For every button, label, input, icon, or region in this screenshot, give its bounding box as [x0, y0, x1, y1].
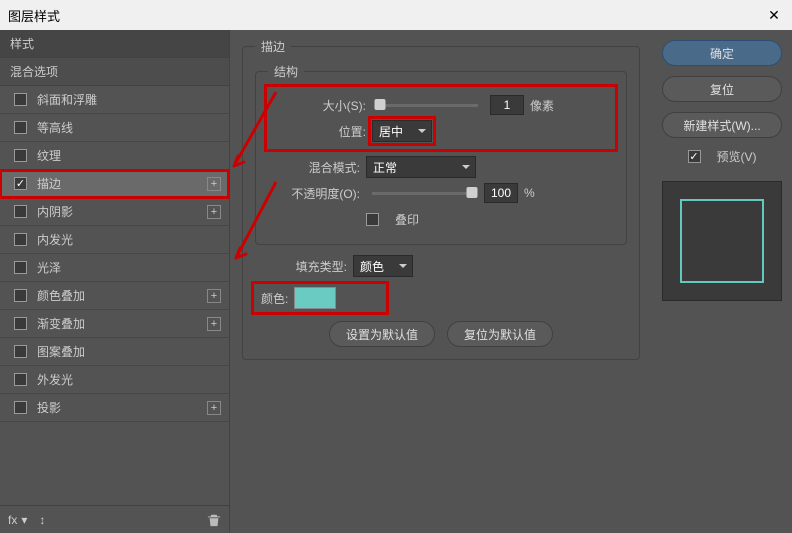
style-checkbox[interactable] — [14, 233, 27, 246]
style-label: 投影 — [37, 399, 207, 416]
style-item-11[interactable]: 投影+ — [0, 394, 229, 422]
position-select[interactable]: 居中 — [372, 120, 432, 142]
style-item-9[interactable]: 图案叠加 — [0, 338, 229, 366]
set-default-button[interactable]: 设置为默认值 — [329, 321, 435, 347]
style-item-2[interactable]: 纹理 — [0, 142, 229, 170]
preview-square — [680, 199, 764, 283]
plus-icon[interactable]: + — [207, 289, 221, 303]
style-item-3[interactable]: 描边+ — [0, 170, 229, 198]
dialog-title: 图层样式 — [8, 6, 764, 25]
style-checkbox[interactable] — [14, 121, 27, 134]
style-checkbox[interactable] — [14, 261, 27, 274]
stroke-fieldset: 描边 结构 大小(S): 像素 位置: 居中 — [242, 38, 640, 360]
style-label: 内阴影 — [37, 203, 207, 220]
fx-label[interactable]: fx — [8, 513, 17, 527]
color-label: 颜色: — [261, 290, 288, 307]
style-checkbox[interactable] — [14, 177, 27, 190]
overprint-checkbox[interactable] — [366, 213, 379, 226]
style-item-5[interactable]: 内发光 — [0, 226, 229, 254]
preview-label: 预览(V) — [717, 148, 757, 165]
styles-sidebar: 样式 混合选项 斜面和浮雕等高线纹理描边+内阴影+内发光光泽颜色叠加+渐变叠加+… — [0, 30, 230, 533]
structure-fieldset: 结构 大小(S): 像素 位置: 居中 — [255, 63, 627, 245]
style-item-4[interactable]: 内阴影+ — [0, 198, 229, 226]
preview-box — [662, 181, 782, 301]
style-item-10[interactable]: 外发光 — [0, 366, 229, 394]
style-checkbox[interactable] — [14, 93, 27, 106]
style-item-7[interactable]: 颜色叠加+ — [0, 282, 229, 310]
style-label: 纹理 — [37, 147, 221, 164]
opacity-slider[interactable] — [372, 192, 472, 195]
filltype-select[interactable]: 颜色 — [353, 255, 413, 277]
opacity-unit: % — [524, 186, 554, 200]
style-checkbox[interactable] — [14, 205, 27, 218]
style-label: 光泽 — [37, 259, 221, 276]
style-checkbox[interactable] — [14, 401, 27, 414]
style-label: 等高线 — [37, 119, 221, 136]
opacity-input[interactable] — [484, 183, 518, 203]
trash-icon[interactable] — [207, 513, 221, 527]
blendmode-select[interactable]: 正常 — [366, 156, 476, 178]
blend-options[interactable]: 混合选项 — [0, 58, 229, 86]
color-swatch[interactable] — [294, 287, 336, 309]
style-item-0[interactable]: 斜面和浮雕 — [0, 86, 229, 114]
style-checkbox[interactable] — [14, 345, 27, 358]
plus-icon[interactable]: + — [207, 401, 221, 415]
style-item-8[interactable]: 渐变叠加+ — [0, 310, 229, 338]
plus-icon[interactable]: + — [207, 205, 221, 219]
stroke-legend: 描边 — [255, 38, 291, 55]
style-label: 描边 — [37, 175, 207, 192]
style-label: 渐变叠加 — [37, 315, 207, 332]
style-item-6[interactable]: 光泽 — [0, 254, 229, 282]
style-checkbox[interactable] — [14, 317, 27, 330]
plus-icon[interactable]: + — [207, 317, 221, 331]
size-input[interactable] — [490, 95, 524, 115]
style-label: 颜色叠加 — [37, 287, 207, 304]
style-checkbox[interactable] — [14, 149, 27, 162]
plus-icon[interactable]: + — [207, 177, 221, 191]
style-checkbox[interactable] — [14, 373, 27, 386]
position-label: 位置: — [274, 123, 366, 140]
blendmode-label: 混合模式: — [268, 159, 360, 176]
ok-button[interactable]: 确定 — [662, 40, 782, 66]
cancel-button[interactable]: 复位 — [662, 76, 782, 102]
style-label: 图案叠加 — [37, 343, 221, 360]
style-label: 内发光 — [37, 231, 221, 248]
size-label: 大小(S): — [274, 97, 366, 114]
stroke-panel: 描边 结构 大小(S): 像素 位置: 居中 — [230, 30, 652, 533]
size-slider[interactable] — [378, 104, 478, 107]
close-icon[interactable]: ✕ — [764, 5, 784, 25]
style-checkbox[interactable] — [14, 289, 27, 302]
preview-checkbox[interactable] — [688, 150, 701, 163]
size-unit: 像素 — [530, 97, 560, 114]
styles-header: 样式 — [0, 30, 229, 58]
newstyle-button[interactable]: 新建样式(W)... — [662, 112, 782, 138]
reset-default-button[interactable]: 复位为默认值 — [447, 321, 553, 347]
fx-menu-icon[interactable]: ▾ — [21, 513, 27, 527]
overprint-label: 叠印 — [395, 211, 419, 228]
style-label: 外发光 — [37, 371, 221, 388]
right-panel: 确定 复位 新建样式(W)... 预览(V) — [652, 30, 792, 533]
arrows-icon[interactable]: ↕ — [39, 513, 45, 527]
style-label: 斜面和浮雕 — [37, 91, 221, 108]
style-item-1[interactable]: 等高线 — [0, 114, 229, 142]
structure-legend: 结构 — [268, 63, 304, 80]
